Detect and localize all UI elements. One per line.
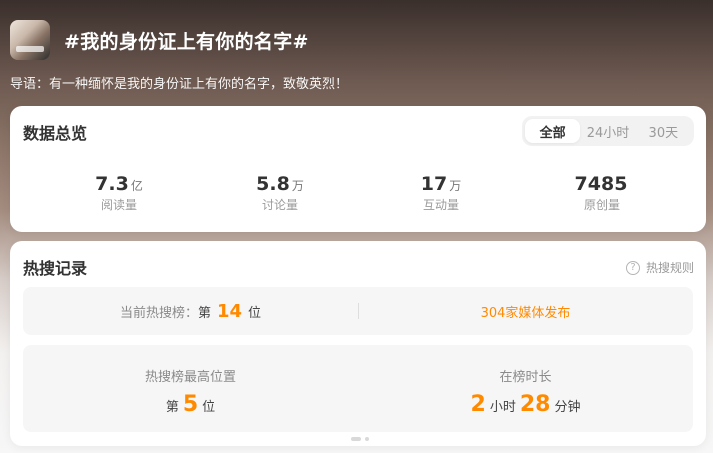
topic-title: #我的身份证上有你的名字# [64,30,309,53]
hot-search-title: 热搜记录 [23,259,88,278]
current-rank-wei: 位 [248,305,262,321]
pager-dots[interactable] [351,437,371,441]
peak-rank-wei: 位 [202,400,216,415]
stat-interactions: 17 万 互动量 [366,173,516,212]
overview-card: 数据总览 全部 24小时 30天 7.3 亿 阅读量 5.8 万 讨论量 17 万 互… [10,106,706,232]
stat-originals-label: 原创量 [583,198,620,212]
duration-hour-unit: 小时 [489,400,516,415]
stat-reads: 7.3 亿 阅读量 [44,173,194,212]
current-rank-prefix: 当前热搜榜： [119,305,198,321]
peak-rank-value-row: 第 5 位 [23,392,358,417]
hot-search-rules-link[interactable]: ? 热搜规则 [625,259,694,276]
time-range-tabs: 全部 24小时 30天 [522,116,694,146]
stat-originals: 7485 原创量 [527,173,677,212]
stat-reads-label: 阅读量 [100,198,137,212]
duration-minute-unit: 分钟 [554,400,581,415]
hot-search-rules-label: 热搜规则 [645,261,694,275]
current-rank-value: 14 [216,300,243,322]
stat-discussions-value: 5.8 [256,173,290,195]
topic-header: #我的身份证上有你的名字# [10,18,703,62]
overview-stats: 7.3 亿 阅读量 5.8 万 讨论量 17 万 互动量 7485 原创量 [10,173,706,217]
stat-discussions-label: 讨论量 [261,198,298,212]
stat-discussions: 5.8 万 讨论量 [205,173,355,212]
stat-reads-value: 7.3 [95,173,129,195]
stat-discussions-unit: 万 [291,179,304,193]
duration-value-row: 2 小时 28 分钟 [358,392,693,417]
overview-title: 数据总览 [23,124,88,143]
duration-label: 在榜时长 [499,370,552,385]
peak-rank-label: 热搜榜最高位置 [144,370,236,385]
tab-all[interactable]: 全部 [525,119,581,143]
peak-rank-di: 第 [165,400,179,415]
stat-originals-value: 7485 [574,173,628,195]
current-rank-panel: 当前热搜榜： 第 14 位 304家媒体发布 [23,287,693,335]
media-count-link[interactable]: 304家媒体发布 [358,287,693,335]
tab-30d[interactable]: 30天 [636,119,691,143]
pager-dot-active[interactable] [351,437,361,441]
topic-avatar[interactable] [10,20,50,60]
peak-rank-value: 5 [182,392,199,417]
on-list-duration: 在榜时长 2 小时 28 分钟 [358,345,693,432]
rank-stats-panel: 热搜榜最高位置 第 5 位 在榜时长 2 小时 28 分钟 [23,345,693,432]
stat-reads-unit: 亿 [130,179,143,193]
duration-minutes: 28 [519,392,551,417]
hot-search-card: 热搜记录 ? 热搜规则 当前热搜榜： 第 14 位 304家媒体发布 热搜榜最高… [10,241,706,446]
stat-interactions-unit: 万 [449,179,462,193]
topic-intro: 导语：有一种缅怀是我的身份证上有你的名字，致敬英烈！ [10,77,349,92]
current-rank: 当前热搜榜： 第 14 位 [23,287,358,335]
stat-interactions-label: 互动量 [422,198,459,212]
stat-interactions-value: 17 [420,173,448,195]
question-circle-icon: ? [625,260,640,275]
tab-24h[interactable]: 24小时 [580,119,635,143]
peak-rank: 热搜榜最高位置 第 5 位 [23,345,358,432]
current-rank-di: 第 [197,305,211,321]
pager-dot[interactable] [365,437,369,441]
duration-hours: 2 [470,392,486,417]
